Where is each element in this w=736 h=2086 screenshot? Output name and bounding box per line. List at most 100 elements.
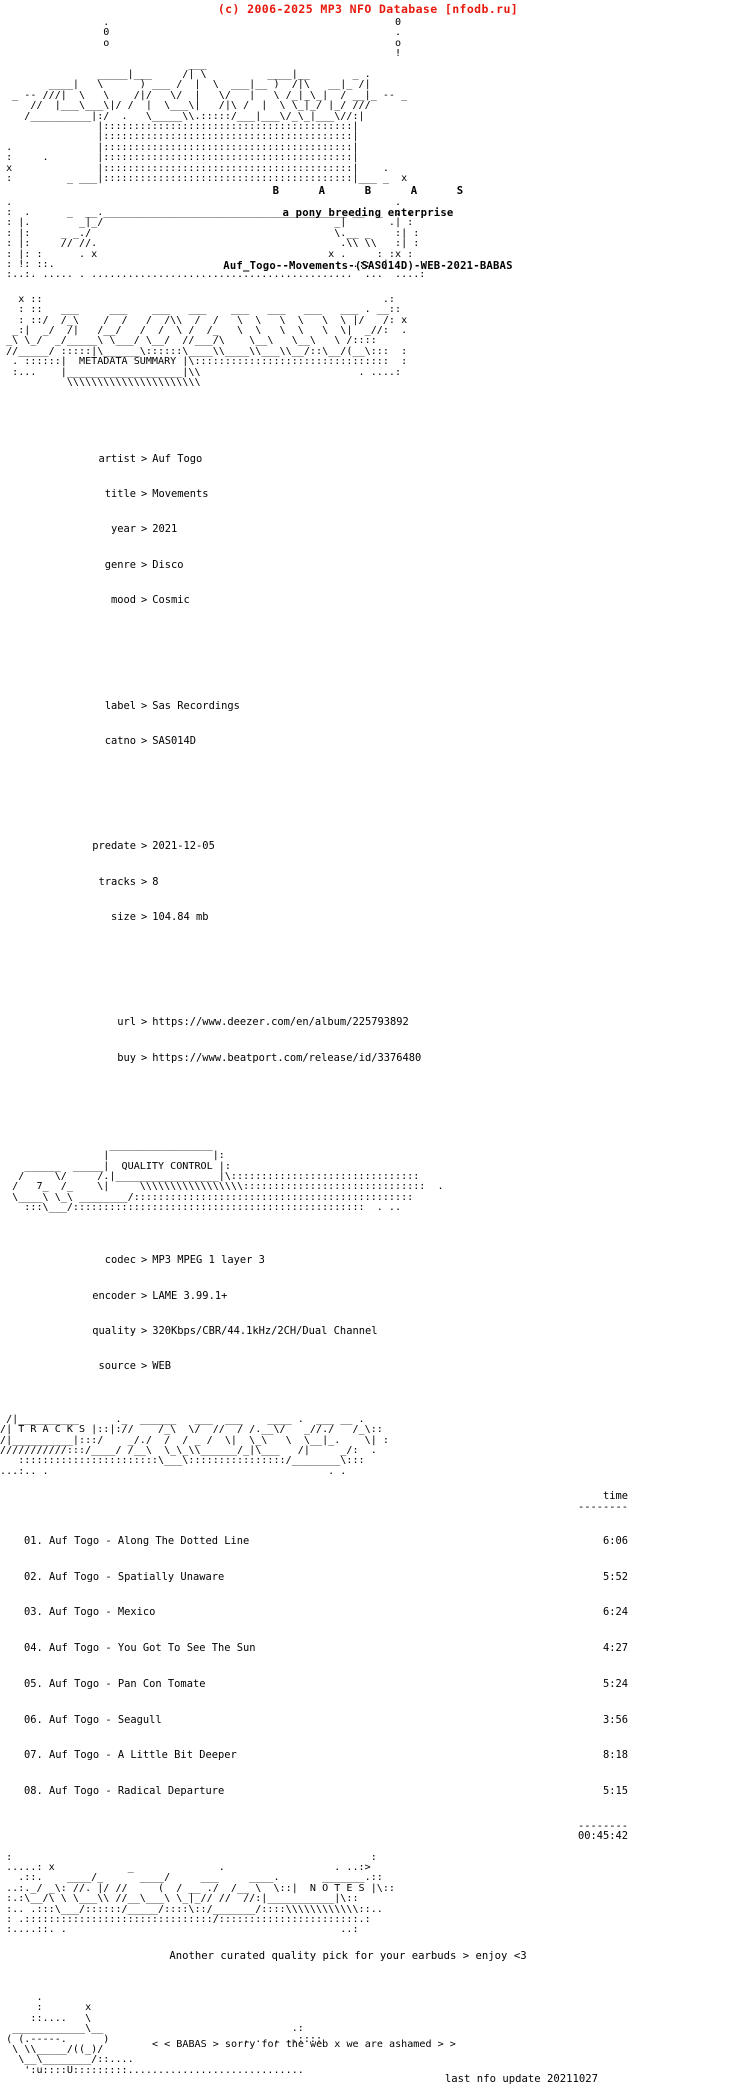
track-title: Pan Con Tomate <box>117 1677 206 1690</box>
field-mood: mood > Cosmic <box>76 594 736 607</box>
track-time: 4:27 <box>602 1642 628 1655</box>
tracks-time-rule: -------- <box>577 1501 628 1514</box>
field-buy[interactable]: buy > https://www.beatport.com/release/id/… <box>76 1051 736 1065</box>
track-label: 01. Auf Togo - Along The Dotted Line <box>24 1534 250 1547</box>
track-title: Along The Dotted Line <box>117 1534 250 1547</box>
track-label: 02. Auf Togo - Spatially Unaware <box>24 1570 225 1583</box>
field-mood-label: mood <box>110 594 136 607</box>
track-artist: Auf Togo <box>49 1534 100 1547</box>
track-row: 07. Auf Togo - A Little Bit Deeper 8:18 <box>24 1749 628 1762</box>
field-encoder-label: encoder <box>92 1289 136 1302</box>
field-genre: genre > Disco <box>76 558 736 572</box>
field-size-value: 104.84 mb <box>152 911 209 924</box>
track-title: You Got To See The Sun <box>117 1642 256 1655</box>
track-num: 07. <box>24 1749 43 1762</box>
field-predate-label: predate <box>92 840 136 853</box>
field-genre-label: genre <box>104 558 136 571</box>
field-buy-value[interactable]: https://www.beatport.com/release/id/3376… <box>152 1052 421 1064</box>
quality-banner-art: _________________ | |: ______ _____| QUA… <box>12 1139 444 1214</box>
field-sep: > <box>141 452 148 465</box>
track-title: Mexico <box>117 1606 156 1619</box>
field-quality-label: quality <box>92 1325 136 1338</box>
field-catno: catno > SAS014D <box>76 734 736 748</box>
notes-banner-art: : : .....: x _ . . ..:> .::. ____/_ ____… <box>6 1851 396 1936</box>
track-label: 08. Auf Togo - Radical Departure <box>24 1785 225 1798</box>
track-time: 5:15 <box>602 1785 628 1798</box>
field-predate: predate >2021-12-05 <box>76 840 736 853</box>
track-title: Spatially Unaware <box>117 1570 225 1583</box>
field-tracks-value: 8 <box>152 875 159 888</box>
track-title: A Little Bit Deeper <box>117 1749 237 1762</box>
group-logo-art: ___ _____|___ /| \ ____|__ _ . ____| \ )… <box>6 58 408 185</box>
nfo-document: (c) 2006-2025 MP3 NFO Database [nfodb.ru… <box>0 0 736 2086</box>
field-year: year >2021 <box>76 523 736 536</box>
field-sep: > <box>141 487 148 500</box>
field-sep: > <box>141 911 148 924</box>
track-artist: Auf Togo <box>49 1713 100 1726</box>
field-year-value: 2021 <box>152 523 178 536</box>
group-letters: B A B A S <box>272 184 464 197</box>
field-url[interactable]: url > https://www.deezer.com/en/album/2257… <box>76 1017 736 1029</box>
field-sep: > <box>141 734 148 747</box>
track-row: 02. Auf Togo - Spatially Unaware 5:52 <box>24 1570 628 1584</box>
track-list: 01. Auf Togo - Along The Dotted Line 6:0… <box>0 1512 736 1822</box>
field-sep: > <box>141 840 148 853</box>
track-artist: Auf Togo <box>49 1570 100 1583</box>
track-time: 8:18 <box>602 1749 628 1762</box>
field-title: title > Movements <box>76 487 736 501</box>
track-time: 6:24 <box>602 1606 628 1619</box>
metadata-group-label: label > Sas Recordings catno > SAS014D <box>76 677 736 771</box>
field-codec-value: MP3 MPEG 1 layer 3 <box>152 1254 265 1267</box>
tracks-banner-art: /|__________ ._ ______ ___ ___ ____ . __… <box>0 1413 389 1477</box>
field-predate-value: 2021-12-05 <box>152 840 215 853</box>
field-codec-label: codec <box>104 1254 136 1267</box>
track-label: 07. Auf Togo - A Little Bit Deeper <box>24 1749 237 1762</box>
track-artist: Auf Togo <box>49 1606 100 1619</box>
track-row: 06. Auf Togo - Seagull 3:56 <box>24 1713 628 1727</box>
field-artist-label: artist <box>98 452 136 465</box>
track-artist: Auf Togo <box>49 1642 100 1655</box>
field-encoder-value: LAME 3.99.1+ <box>152 1289 228 1302</box>
field-tracks: tracks >8 <box>76 875 736 889</box>
field-title-label: title <box>104 487 136 500</box>
field-size-label: size <box>110 911 136 924</box>
field-catno-value: SAS014D <box>152 734 197 747</box>
field-size: size >104.84 mb <box>76 911 736 924</box>
track-label: 03. Auf Togo - Mexico <box>24 1606 156 1619</box>
metadata-group-release: predate >2021-12-05 tracks >8 size >104.84 … <box>76 818 736 948</box>
logo-top-marks: . 0 0 . o o ! <box>103 17 402 60</box>
track-label: 04. Auf Togo - You Got To See The Sun <box>24 1642 256 1655</box>
track-row: 03. Auf Togo - Mexico 6:24 <box>24 1606 628 1619</box>
track-title: Radical Departure <box>117 1785 225 1798</box>
track-num: 03. <box>24 1606 43 1619</box>
field-sep: > <box>141 1051 148 1064</box>
track-num: 05. <box>24 1677 43 1690</box>
metadata-group-links: url > https://www.deezer.com/en/album/2257… <box>76 994 736 1088</box>
field-title-value: Movements <box>152 487 209 500</box>
metadata-banner-art: x :: .: : :: ___ ___ ___ ___ ___ ___ ___… <box>6 293 408 388</box>
track-title: Seagull <box>117 1713 162 1726</box>
field-url-value[interactable]: https://www.deezer.com/en/album/22579389… <box>152 1016 408 1029</box>
tracks-total-rule: -------- <box>577 1819 628 1832</box>
track-time: 5:52 <box>602 1570 628 1583</box>
field-sep: > <box>141 1254 148 1267</box>
field-sep: > <box>141 1360 148 1373</box>
field-artist-value: Auf Togo <box>152 452 203 465</box>
quality-fields: codec > MP3 MPEG 1 layer 3 encoder > LAME 3.… <box>0 1232 736 1397</box>
field-source: source > WEB <box>76 1361 736 1373</box>
metadata-fields: artist > Auf Togo title > Movements year >202… <box>0 406 736 1122</box>
copyright-banner: (c) 2006-2025 MP3 NFO Database [nfodb.ru… <box>217 2 519 16</box>
field-source-value: WEB <box>152 1360 172 1373</box>
track-num: 06. <box>24 1713 43 1726</box>
field-label-value: Sas Recordings <box>152 699 240 712</box>
field-label-label: label <box>104 699 136 712</box>
field-genre-value: Disco <box>152 558 184 571</box>
track-row: 05. Auf Togo - Pan Con Tomate 5:24 <box>24 1677 628 1691</box>
field-source-label: source <box>98 1360 136 1373</box>
track-num: 02. <box>24 1570 43 1583</box>
track-artist: Auf Togo <box>49 1749 100 1762</box>
track-time: 5:24 <box>602 1677 628 1690</box>
field-sep: > <box>141 875 148 888</box>
track-label: 05. Auf Togo - Pan Con Tomate <box>24 1677 206 1690</box>
track-row: 08. Auf Togo - Radical Departure 5:15 <box>24 1785 628 1798</box>
